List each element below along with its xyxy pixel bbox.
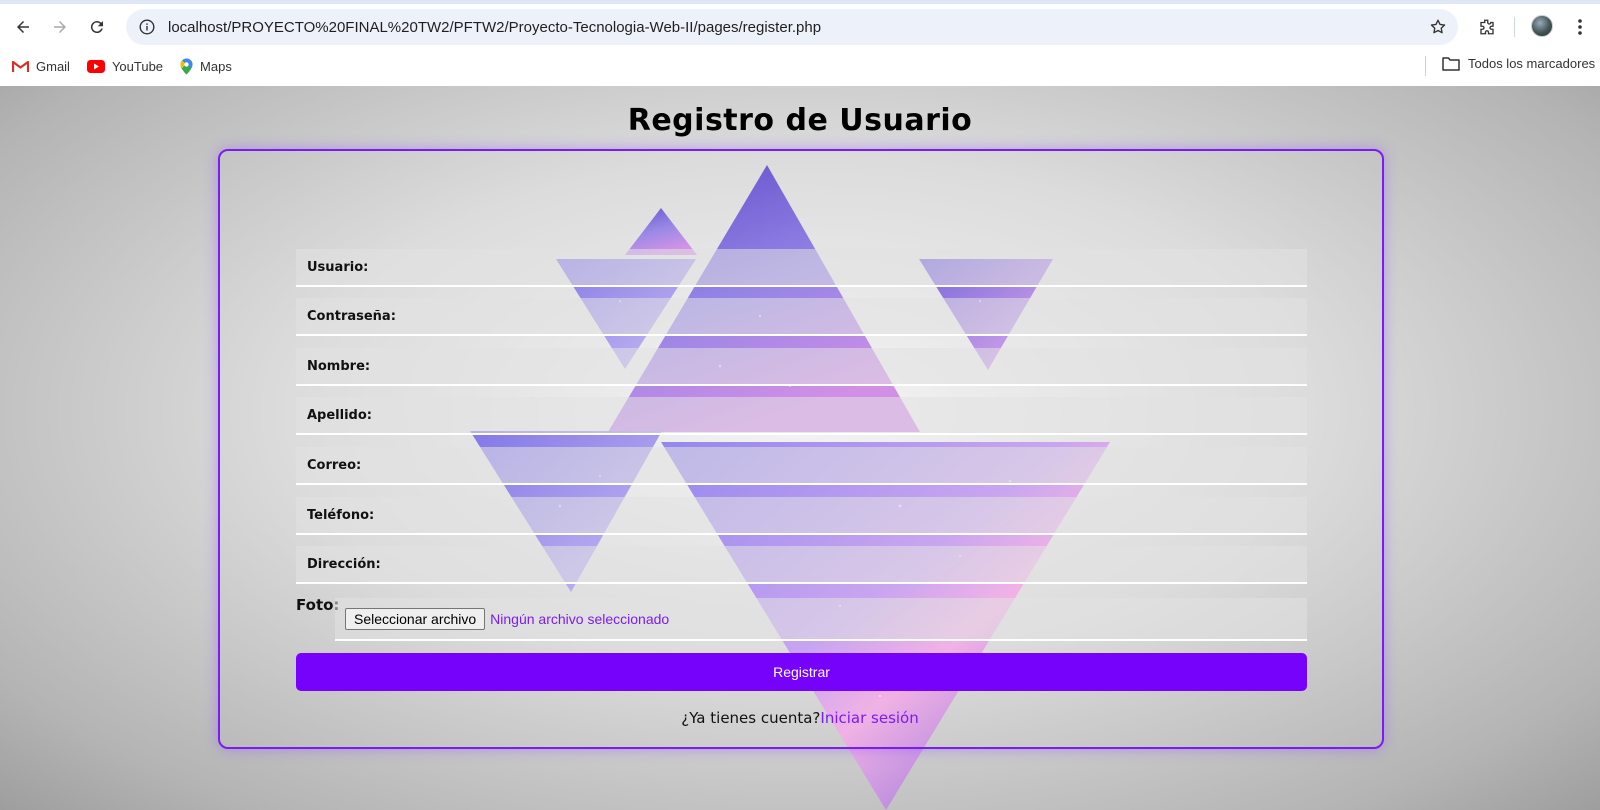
more-vertical-icon [1578,19,1582,35]
menu-button[interactable] [1565,12,1595,42]
reload-button[interactable] [82,12,112,42]
profile-avatar[interactable] [1531,15,1553,37]
nombre-label: Nombre: [307,358,371,374]
arrow-left-icon [17,21,29,33]
bookmark-label: YouTube [111,58,164,74]
gmail-icon [12,60,29,72]
address-bar[interactable]: localhost/PROYECTO%20FINAL%20TW2/PFTW2/P… [126,9,1458,45]
apellido-input[interactable] [372,397,1307,433]
correo-input[interactable] [361,447,1307,483]
bookmark-youtube[interactable]: YouTube [86,58,164,74]
bookmark-star-icon[interactable] [1418,18,1458,36]
direccion-label: Dirección: [307,556,381,572]
all-bookmarks-label: Todos los marcadores [1468,56,1596,71]
forward-button[interactable] [45,12,75,42]
file-input[interactable]: Seleccionar archivo Ningún archivo selec… [335,598,1307,641]
bookmark-label: Maps [200,58,232,74]
bookmarks-bar: Gmail YouTube Maps [0,50,1600,82]
browser-chrome: localhost/PROYECTO%20FINAL%20TW2/PFTW2/P… [0,0,1600,86]
correo-row: Correo: [296,447,1307,485]
usuario-label: Usuario: [307,259,369,275]
arrow-right-icon [54,21,66,33]
bookmark-maps[interactable]: Maps [180,58,232,75]
select-file-button[interactable]: Seleccionar archivo [345,607,486,630]
youtube-icon [86,59,105,73]
reload-icon [90,21,103,34]
extensions-button[interactable] [1472,12,1502,42]
bookmark-label: Gmail [36,58,70,74]
login-link[interactable]: Iniciar sesión [820,709,918,727]
usuario-input[interactable] [368,249,1307,285]
contrasena-input[interactable] [395,298,1307,334]
direccion-input[interactable] [380,546,1307,582]
file-status-text: Ningún archivo seleccionado [490,610,670,627]
register-button[interactable]: Registrar [296,653,1307,691]
back-button[interactable] [8,12,38,42]
bookmarks-divider [1425,56,1426,76]
apellido-row: Apellido: [296,397,1307,435]
usuario-row: Usuario: [296,249,1307,287]
page-title: Registro de Usuario [627,103,973,138]
foto-label: Foto: [296,596,340,614]
apellido-label: Apellido: [307,407,372,423]
telefono-input[interactable] [374,497,1307,533]
telefono-row: Teléfono: [296,497,1307,535]
correo-label: Correo: [307,457,362,473]
site-info-icon[interactable] [130,19,164,35]
nombre-row: Nombre: [296,348,1307,386]
tab-strip-edge [0,0,1600,4]
direccion-row: Dirección: [296,546,1307,584]
contrasena-row: Contraseña: [296,298,1307,336]
url-text[interactable]: localhost/PROYECTO%20FINAL%20TW2/PFTW2/P… [168,19,1418,36]
maps-icon [180,58,193,74]
telefono-label: Teléfono: [307,507,375,523]
contrasena-label: Contraseña: [307,308,396,324]
toolbar-divider [1514,17,1515,37]
login-prompt-text: ¿Ya tienes cuenta? [681,709,821,727]
puzzle-icon [1480,19,1494,35]
nombre-input[interactable] [370,348,1307,384]
all-bookmarks-button[interactable]: Todos los marcadores [1442,56,1595,71]
folder-icon [1442,57,1460,71]
bookmark-gmail[interactable]: Gmail [12,59,70,74]
login-prompt: ¿Ya tienes cuenta?Iniciar sesión [0,709,1600,727]
